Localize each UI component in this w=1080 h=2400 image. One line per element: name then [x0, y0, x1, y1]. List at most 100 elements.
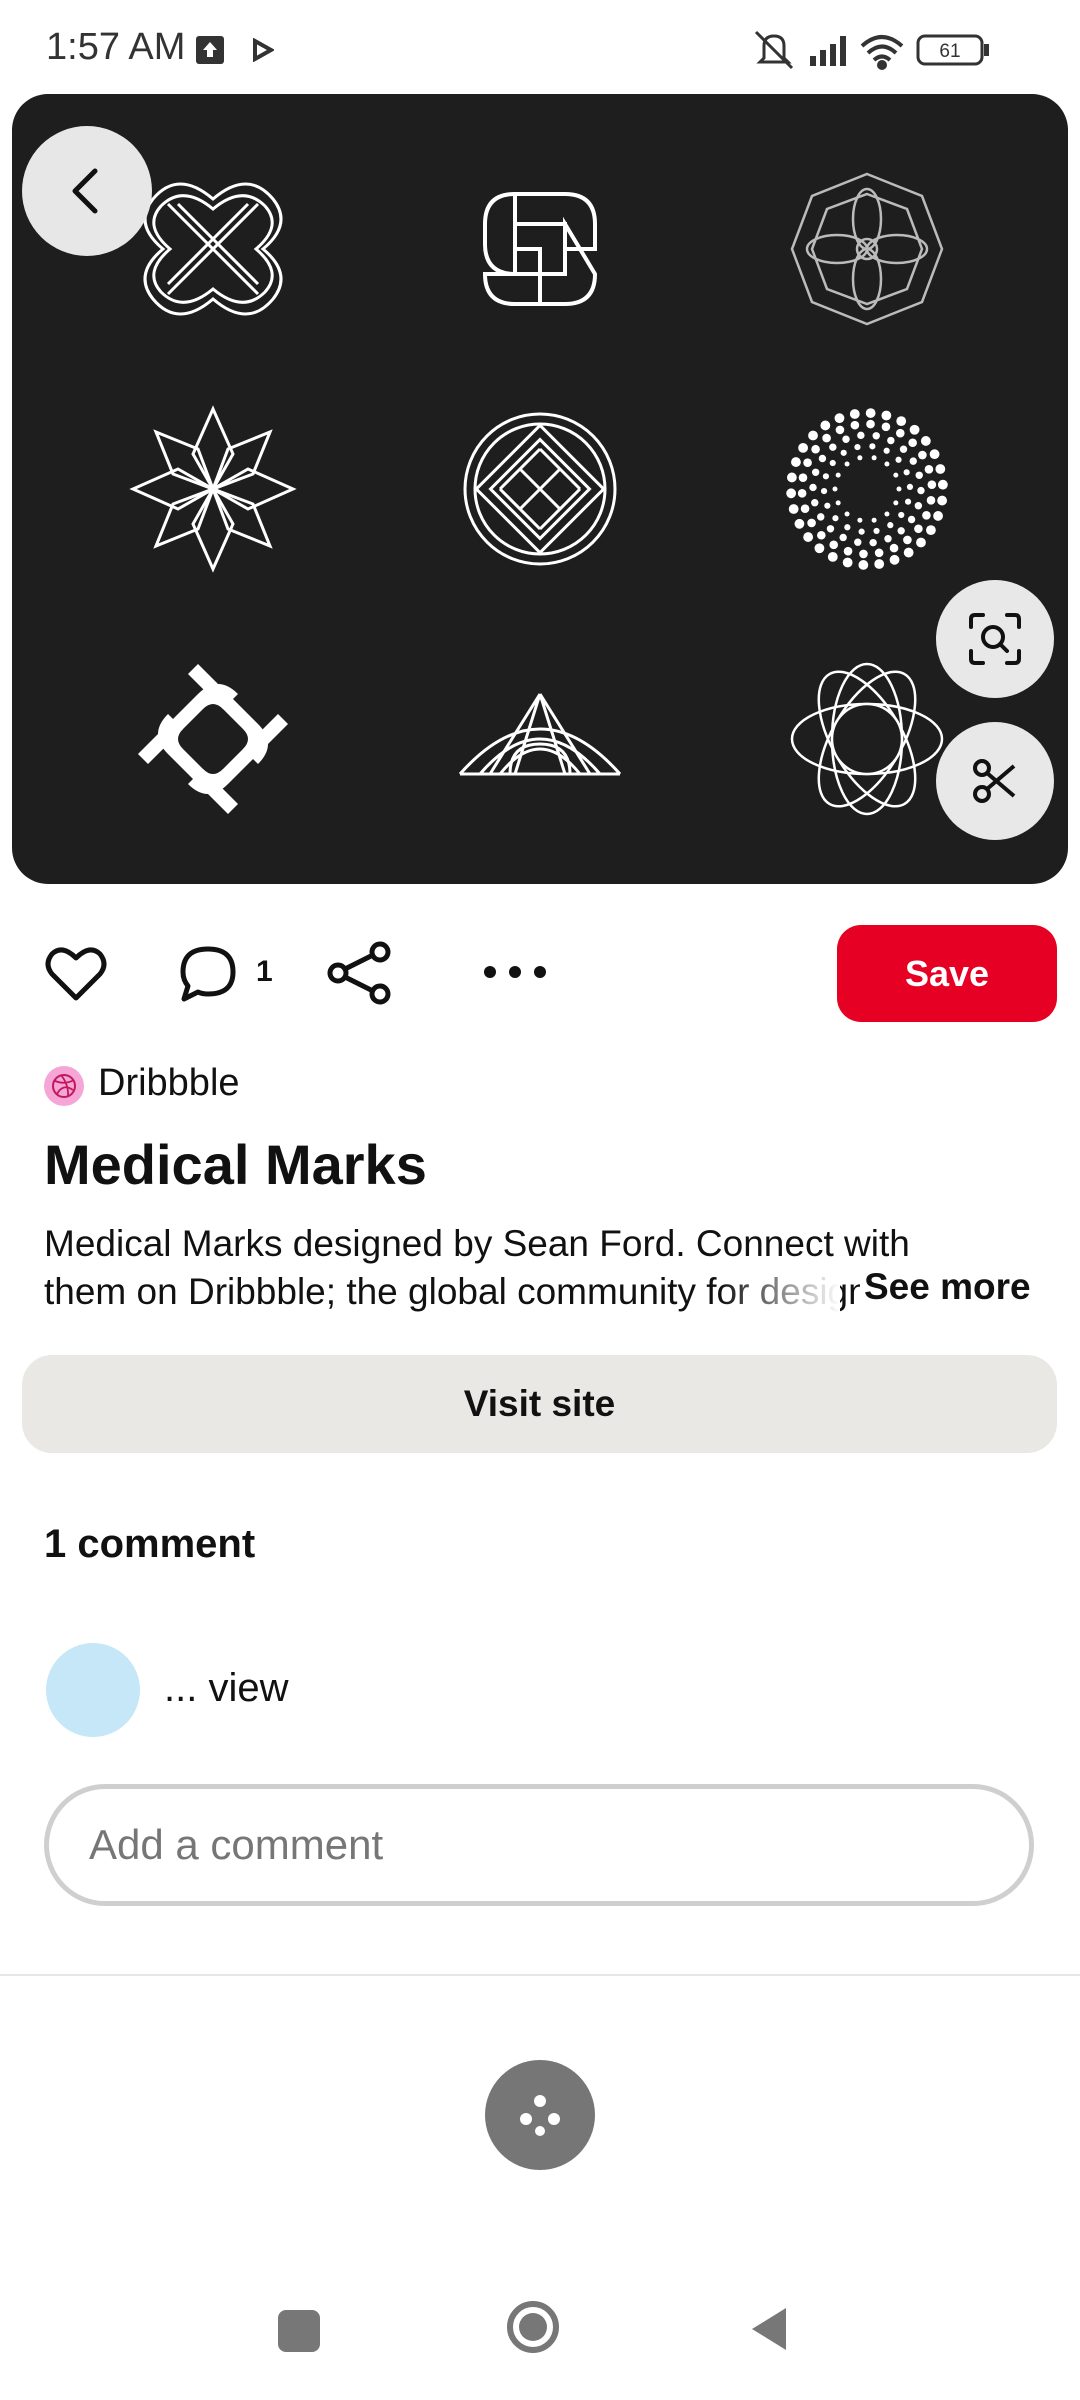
spiral-dot: [874, 548, 884, 558]
spiral-dot: [903, 469, 910, 476]
spiral-dot: [895, 456, 902, 463]
wifi-icon: [860, 35, 904, 70]
spiral-dot: [920, 436, 931, 446]
interlock-mark-icon: [138, 664, 288, 814]
spiral-dot: [907, 515, 916, 524]
mute-icon: [754, 30, 794, 70]
spiral-dot: [794, 518, 805, 529]
spiral-dot: [893, 472, 899, 478]
status-bar: 1:57 AM 61: [0, 0, 1080, 92]
source-avatar[interactable]: [44, 1066, 84, 1106]
spiral-dot: [915, 471, 923, 479]
spiral-dot: [788, 504, 799, 514]
spiral-dot: [906, 483, 914, 490]
spiral-dot: [908, 438, 917, 448]
back-button[interactable]: [22, 126, 152, 256]
spiral-dot: [914, 501, 923, 510]
spiral-dot: [844, 461, 850, 467]
spiral-dot: [843, 546, 853, 556]
description-fade: [720, 1266, 840, 1320]
spiral-dot: [874, 559, 885, 569]
spiral-dot: [881, 410, 892, 421]
spiral-dot: [895, 428, 905, 438]
comments-heading: 1 comment: [44, 1522, 256, 1566]
pin-image[interactable]: [12, 94, 1068, 884]
nav-back-button[interactable]: [748, 2304, 790, 2359]
dribbble-logo-icon: [52, 1074, 76, 1098]
more-options-button[interactable]: [480, 950, 550, 999]
spiral-dot: [929, 449, 940, 460]
play-icon: [252, 37, 276, 67]
spiral-dot: [829, 459, 836, 467]
spiral-dot: [835, 472, 841, 478]
avatar[interactable]: [46, 1643, 140, 1737]
spiral-dot: [839, 533, 847, 542]
comment-button[interactable]: [178, 944, 238, 1009]
spiral-dot: [840, 449, 847, 456]
spiral-dot: [844, 524, 851, 531]
spiral-dot: [869, 443, 876, 450]
home-button[interactable]: [507, 2301, 559, 2353]
spiral-dot: [857, 431, 865, 440]
comment-view-link[interactable]: ... view: [164, 1666, 288, 1711]
spiral-dot: [896, 416, 907, 427]
knot-mark-2-icon: [482, 191, 598, 306]
heart-icon: [45, 947, 107, 1001]
status-icons: 61: [750, 24, 1080, 74]
status-time: 1:57 AM: [46, 26, 186, 68]
spiral-dot: [922, 511, 931, 520]
spiral-dot: [803, 532, 814, 542]
spiral-dot: [924, 464, 934, 474]
more-dots-icon: [484, 966, 546, 978]
spiral-dot: [798, 473, 808, 482]
spiral-dot: [857, 517, 863, 523]
spiral-dot: [822, 473, 830, 480]
save-button[interactable]: Save: [837, 925, 1057, 1022]
floating-action-button[interactable]: [485, 2060, 595, 2170]
source-name[interactable]: Dribbble: [98, 1062, 240, 1105]
cutout-button[interactable]: [936, 722, 1054, 840]
spiral-dot: [791, 457, 801, 467]
spiral-dot: [803, 458, 812, 467]
share-button[interactable]: [326, 940, 394, 1011]
spiral-dot: [811, 499, 819, 507]
spiral-dot: [884, 535, 892, 543]
upload-icon: [196, 36, 224, 64]
spiral-dot: [887, 522, 894, 529]
spiral-dot: [909, 457, 917, 465]
visual-search-button[interactable]: [936, 580, 1054, 698]
see-more-link[interactable]: See more: [860, 1266, 1031, 1308]
spiral-dot: [824, 502, 831, 509]
spiral-dot: [872, 432, 880, 440]
spiral-dot: [935, 464, 946, 474]
spiral-dot: [850, 420, 860, 430]
spiral-dot: [871, 517, 877, 523]
spiral-dot: [835, 425, 845, 435]
spiral-dot: [903, 547, 914, 558]
celtic-knot-mark-icon: [463, 412, 617, 566]
like-button[interactable]: [44, 944, 108, 1009]
spiral-dot: [820, 420, 831, 431]
spiral-dot: [887, 436, 895, 445]
home-dot: [519, 2313, 547, 2341]
share-icon: [327, 941, 391, 1005]
spiral-dot: [817, 530, 826, 540]
spiral-dot: [818, 454, 827, 463]
visit-site-button[interactable]: Visit site: [22, 1355, 1057, 1453]
spiral-dot: [893, 500, 899, 506]
spiral-dot: [898, 511, 905, 519]
spiral-dot: [826, 525, 835, 533]
arch-mark-icon: [458, 693, 622, 776]
comment-count: 1: [256, 955, 273, 988]
add-comment-input[interactable]: [44, 1784, 1034, 1906]
rosette-mark-icon: [790, 172, 944, 326]
spiral-dot: [817, 513, 825, 521]
spiral-dot: [884, 511, 890, 517]
recent-apps-button[interactable]: [278, 2310, 320, 2352]
spiral-dot: [832, 486, 838, 492]
spiral-dot: [844, 511, 850, 517]
spiral-dot: [786, 472, 797, 483]
spiral-dot: [937, 479, 948, 490]
spiral-dot: [889, 554, 900, 565]
spiral-dot: [937, 495, 948, 506]
